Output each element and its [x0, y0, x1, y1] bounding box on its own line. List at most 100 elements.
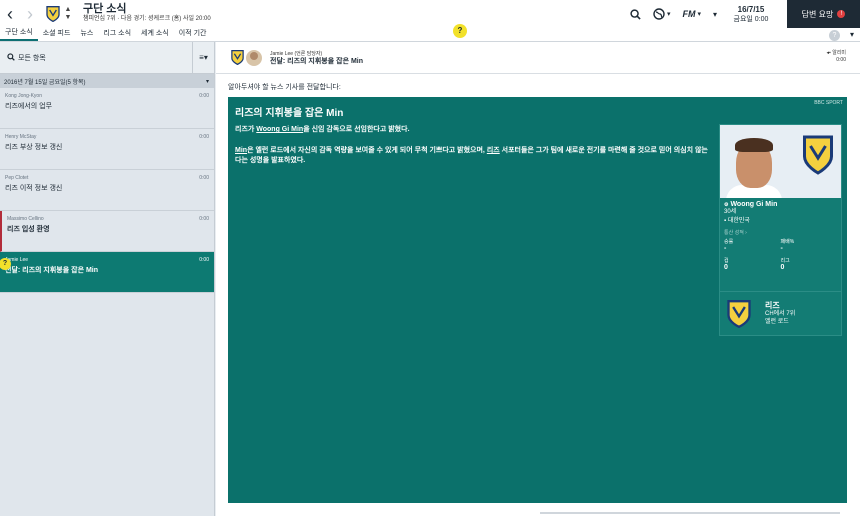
divider — [540, 512, 840, 514]
club-crest-icon[interactable] — [46, 6, 60, 22]
search-icon[interactable] — [630, 8, 641, 20]
manager-card: ⚙ Woong Gi Min 30세 ▪ 대한민국 통산 성적 › 승률 - 패배… — [719, 124, 842, 336]
club-rank: CH에서 7위 — [765, 310, 796, 317]
forward-arrow-icon[interactable]: › — [20, 0, 40, 28]
fm-menu-icon[interactable]: FM ▾ — [682, 9, 701, 19]
item-sender: Kong Jong-Kyon — [5, 93, 42, 99]
item-sender: Pep Clotet — [5, 175, 29, 181]
manager-stats: 승률 - 패배% - 컵0 리그 0 — [720, 236, 841, 271]
continue-label: 답변 요망 — [801, 9, 834, 19]
search-icon — [7, 52, 15, 63]
view-options-button[interactable]: ≡▾ — [192, 41, 214, 74]
news-source: BBC SPORT — [814, 100, 843, 106]
manager-name[interactable]: ⚙ Woong Gi Min — [720, 198, 841, 208]
stat-value: - — [724, 245, 727, 252]
alert-badge: ! — [837, 10, 846, 18]
article-headline: 리즈의 지휘봉을 잡은 Min — [235, 108, 344, 119]
message-intro: 알아두셔야 할 뉴스 기사를 전달합니다: — [228, 84, 341, 91]
tab-world-news[interactable]: 세계 소식 — [136, 27, 174, 41]
manager-name-text: Woong Gi Min — [730, 201, 778, 208]
list-item-selected[interactable]: Jamie Lee 0:00 전달: 리즈의 지휘봉을 잡은 Min ? — [0, 252, 214, 293]
article-text: 리즈가 — [235, 126, 257, 133]
tab-news[interactable]: 뉴스 — [75, 27, 98, 41]
club-crest-icon — [727, 299, 751, 328]
item-time: 0:00 — [199, 134, 209, 140]
article-text: 을 신임 감독으로 선임한다고 밝혔다. — [303, 126, 410, 133]
item-time: 0:00 — [199, 93, 209, 99]
help-icon[interactable]: ? — [828, 30, 840, 41]
manager-link[interactable]: Min — [235, 147, 247, 154]
club-ground: 엘런 로드 — [765, 318, 789, 325]
item-subject: 리즈 부상 정보 갱신 — [5, 144, 63, 151]
career-stats-link[interactable]: 통산 성적 › — [720, 226, 841, 236]
flag-icon: ▪ — [724, 218, 727, 224]
inbox-sidebar: 모든 항목 ≡▾ 2016년 7월 15일 금요일(5 항목) ▾ Kong J… — [0, 41, 215, 516]
item-time: 0:00 — [199, 257, 209, 263]
date-group-header[interactable]: 2016년 7월 15일 금요일(5 항목) ▾ — [0, 74, 214, 88]
notify-label: 알리미 — [832, 50, 846, 56]
item-time: 0:00 — [199, 175, 209, 181]
chevron-down-icon[interactable]: ▾ — [713, 10, 717, 19]
manager-age: 30세 — [724, 209, 737, 215]
tab-club-news[interactable]: 구단 소식 — [0, 27, 38, 41]
manager-link[interactable]: Woong Gi Min — [256, 126, 303, 133]
item-subject: 리즈 이적 정보 갱신 — [5, 185, 63, 192]
group-label: 2016년 7월 15일 금요일(5 항목) — [4, 79, 86, 86]
sender-name[interactable]: Jamie Lee — [270, 51, 293, 57]
item-sender: Henry McStay — [5, 134, 37, 140]
game-date[interactable]: 16/7/15 금요일 0:00 — [729, 5, 773, 24]
list-item[interactable]: Pep Clotet 0:00 리즈 이적 정보 갱신 — [0, 170, 214, 211]
page-subtitle: 챔피언십 7위 · 다음 경기: 셩케르크 (홈) 사일 20:00 — [83, 16, 211, 22]
notify-time: 0:00 — [836, 57, 846, 63]
list-item[interactable]: Henry McStay 0:00 리즈 부상 정보 갱신 — [0, 129, 214, 170]
tab-bar: 구단 소식 소셜 피드 뉴스 리그 소식 세계 소식 이적 기간 — [0, 28, 860, 42]
stat-value: 0 — [780, 264, 785, 271]
stat-label: 승률 — [724, 239, 734, 245]
sender-avatar[interactable] — [246, 49, 262, 66]
world-icon[interactable]: ▾ — [653, 8, 670, 20]
help-bubble-icon[interactable]: ? — [453, 24, 467, 38]
filter-dropdown[interactable]: 모든 항목 — [0, 52, 192, 63]
sender-role: (언론 담당자) — [294, 50, 323, 57]
continue-button[interactable]: 답변 요망 ! — [787, 0, 860, 28]
date-sub: 금요일 0:00 — [733, 15, 769, 23]
stat-label: 컵 — [724, 258, 729, 264]
club-name: 리즈 — [765, 300, 780, 310]
date-value: 16/7/15 — [737, 4, 765, 14]
club-link[interactable]: 리즈 — [487, 147, 500, 154]
message-subject: 전달: 리즈의 지휘봉을 잡은 Min — [270, 57, 364, 65]
club-switch-icon[interactable]: ▲ ▼ — [63, 6, 73, 22]
stat-value: - — [780, 245, 783, 252]
tab-league-news[interactable]: 리그 소식 — [98, 27, 136, 41]
club-crest-icon — [231, 50, 244, 65]
item-subject: 리즈 입성 환영 — [7, 226, 50, 233]
stat-label: 리그 — [780, 258, 790, 264]
manager-nation[interactable]: ▪ 대한민국 — [720, 217, 841, 226]
chevron-down-icon: ▾ — [205, 78, 209, 85]
list-item[interactable]: Massimo Cellino 0:00 리즈 입성 환영 — [0, 211, 214, 252]
filter-label: 모든 항목 — [18, 54, 46, 62]
item-sender: Jamie Lee — [5, 257, 29, 263]
stat-label: 패배% — [780, 239, 795, 245]
article-paragraph: 리즈가 Woong Gi Min을 신임 감독으로 선임한다고 밝혔다. — [235, 124, 715, 134]
article-paragraph: Min은 엘런 로드에서 자신의 감독 역량을 보여줄 수 있게 되어 무척 기… — [235, 146, 713, 166]
news-article: BBC SPORT 리즈의 지휘봉을 잡은 Min 리즈가 Woong Gi M… — [228, 97, 847, 503]
item-time: 0:00 — [199, 216, 209, 222]
article-text: 은 엘런 로드에서 자신의 감독 역량을 보여줄 수 있게 되어 무척 기쁘다고… — [247, 147, 487, 154]
page-title: 구단 소식 — [83, 3, 127, 15]
club-info[interactable]: 리즈 CH에서 7위 엘런 로드 — [720, 291, 841, 335]
item-sender: Massimo Cellino — [7, 216, 44, 222]
nation-text: 대한민국 — [727, 218, 750, 224]
top-bar: ‹ › ▲ ▼ 구단 소식 챔피언십 7위 · 다음 경기: 셩케르크 (홈) 사… — [0, 0, 860, 28]
chevron-down-icon[interactable]: ▾ — [850, 30, 854, 41]
notify-icon: ◂▪ — [826, 50, 831, 56]
club-crest-icon — [803, 135, 833, 175]
tab-transfer-window[interactable]: 이적 기간 — [174, 27, 212, 41]
manager-photo[interactable] — [720, 125, 841, 198]
back-arrow-icon[interactable]: ‹ — [0, 0, 20, 28]
tab-social-feed[interactable]: 소셜 피드 — [38, 27, 76, 41]
list-item[interactable]: Kong Jong-Kyon 0:00 리즈에서의 업무 — [0, 88, 214, 129]
item-subject: 리즈에서의 업무 — [5, 103, 53, 110]
view-options-label: ≡ — [199, 52, 204, 62]
notify-toggle[interactable]: ◂▪ 알리미 0:00 — [827, 50, 847, 64]
